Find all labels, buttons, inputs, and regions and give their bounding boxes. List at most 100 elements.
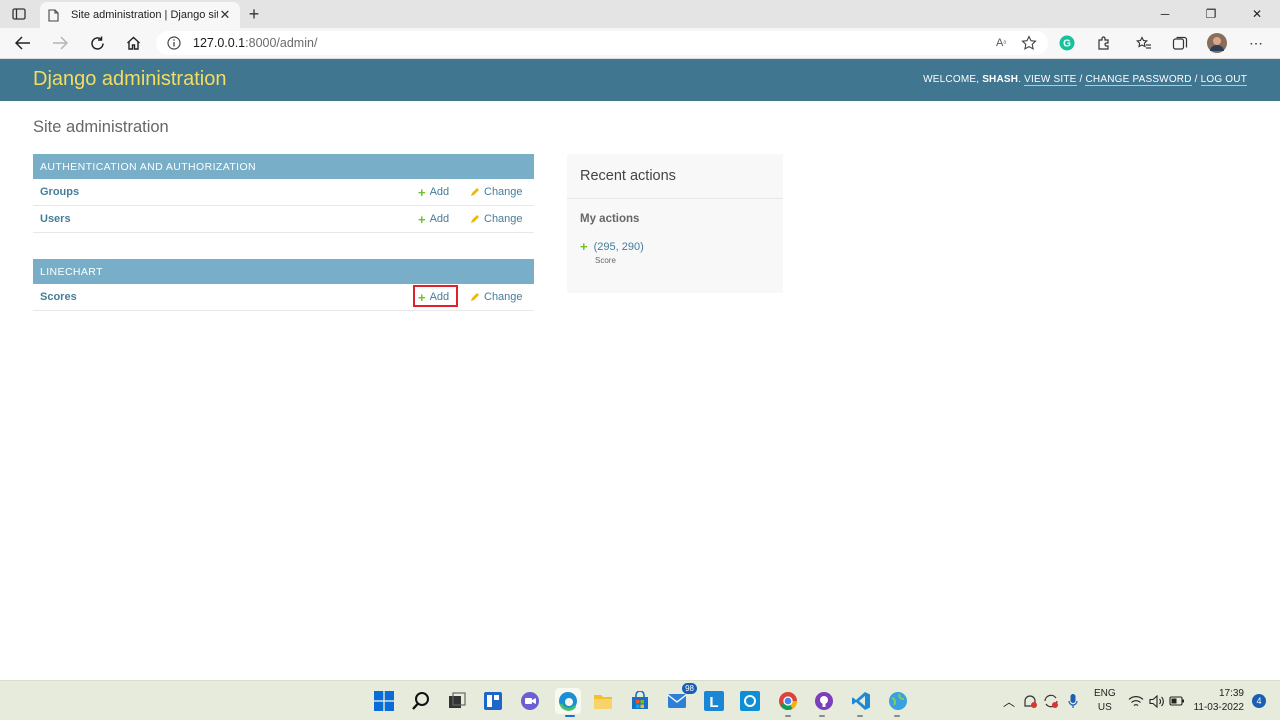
refresh-icon[interactable]: [84, 31, 110, 55]
edge-icon[interactable]: [555, 688, 581, 714]
change-label: Change: [484, 186, 523, 198]
forward-icon[interactable]: [47, 31, 73, 55]
add-label: Add: [429, 213, 450, 225]
file-explorer-icon[interactable]: [591, 689, 615, 713]
favorites-icon[interactable]: [1132, 31, 1156, 55]
change-users-link[interactable]: Change: [470, 213, 523, 225]
chrome-icon[interactable]: [776, 689, 800, 713]
welcome-text: WELCOME,: [923, 74, 983, 85]
vpn-status-icon[interactable]: [1020, 681, 1040, 720]
battery-icon[interactable]: [1167, 681, 1187, 720]
more-menu-icon[interactable]: ⋯: [1244, 31, 1268, 55]
mail-icon[interactable]: 98: [665, 683, 697, 713]
add-label: Add: [429, 186, 450, 198]
github-desktop-icon[interactable]: [812, 689, 836, 713]
tab-title: Site administration | Django site: [71, 9, 218, 21]
page-icon: [48, 8, 62, 22]
new-tab-icon[interactable]: +: [244, 4, 264, 24]
running-indicator: [819, 715, 825, 717]
chat-icon[interactable]: [518, 689, 542, 713]
l-app-icon[interactable]: L: [702, 689, 726, 713]
my-actions-heading: My actions: [580, 213, 640, 225]
windows-start-icon[interactable]: [372, 689, 396, 713]
profile-avatar[interactable]: [1205, 31, 1229, 55]
running-indicator: [857, 715, 863, 717]
vscode-icon[interactable]: [849, 689, 873, 713]
show-hidden-icons[interactable]: ︿: [1000, 681, 1018, 720]
model-row-users: Users + Add Change: [33, 206, 534, 233]
camera-app-icon[interactable]: [738, 689, 762, 713]
search-icon[interactable]: [409, 689, 433, 713]
back-icon[interactable]: [10, 31, 36, 55]
grammarly-icon[interactable]: G: [1055, 31, 1079, 55]
divider: [567, 198, 783, 199]
address-bar[interactable]: 127.0.0.1:8000/admin/ Aᵃ: [156, 31, 1048, 55]
model-link-users[interactable]: Users: [40, 213, 71, 225]
recent-actions-panel: Recent actions My actions + (295, 290) Sc…: [567, 154, 783, 293]
plus-icon: +: [418, 289, 426, 305]
django-header: Django administration WELCOME, SHASH. VI…: [0, 59, 1280, 101]
model-row-groups: Groups + Add Change: [33, 179, 534, 206]
site-info-icon[interactable]: [166, 35, 182, 51]
system-clock[interactable]: 17:39 11-03-2022: [1194, 687, 1244, 715]
extensions-icon[interactable]: [1091, 31, 1115, 55]
log-out-link[interactable]: LOG OUT: [1200, 74, 1247, 86]
store-icon[interactable]: [628, 689, 652, 713]
module-auth: AUTHENTICATION AND AUTHORIZATION Groups …: [33, 154, 534, 233]
window-controls: ─ ❐ ✕: [1142, 0, 1280, 28]
wifi-icon[interactable]: [1126, 681, 1146, 720]
language-indicator[interactable]: ENG US: [1094, 687, 1116, 715]
mail-badge: 98: [682, 683, 697, 694]
running-indicator: [785, 715, 791, 717]
add-users-link[interactable]: + Add: [418, 213, 449, 226]
username: SHASH: [982, 74, 1019, 85]
sync-icon[interactable]: [1041, 681, 1061, 720]
change-scores-link[interactable]: Change: [470, 291, 523, 303]
module-caption[interactable]: AUTHENTICATION AND AUTHORIZATION: [33, 154, 534, 179]
recent-action-type: Score: [595, 256, 616, 265]
network-globe-icon[interactable]: [886, 689, 910, 713]
close-window-icon[interactable]: ✕: [1234, 0, 1280, 28]
collections-icon[interactable]: [1168, 31, 1192, 55]
maximize-icon[interactable]: ❐: [1188, 0, 1234, 28]
clock-time: 17:39: [1218, 688, 1244, 699]
svg-text:G: G: [1063, 39, 1071, 50]
recent-action-link[interactable]: + (295, 290): [580, 240, 644, 253]
add-favorite-icon[interactable]: [1020, 34, 1038, 52]
plus-icon: +: [418, 211, 426, 227]
change-password-link[interactable]: CHANGE PASSWORD: [1085, 74, 1192, 86]
model-link-groups[interactable]: Groups: [40, 186, 79, 198]
change-groups-link[interactable]: Change: [470, 186, 523, 198]
tab-strip: Site administration | Django site ✕ + ─ …: [0, 0, 1280, 28]
read-aloud-icon[interactable]: Aᵃ: [992, 34, 1010, 52]
widgets-icon[interactable]: [481, 689, 505, 713]
browser-tab-active[interactable]: Site administration | Django site ✕: [40, 2, 240, 28]
add-groups-link[interactable]: + Add: [418, 186, 449, 199]
recent-action-label: (295, 290): [593, 240, 644, 253]
home-icon[interactable]: [120, 31, 146, 55]
user-tools: WELCOME, SHASH. VIEW SITE / CHANGE PASSW…: [923, 74, 1247, 86]
notification-count-badge[interactable]: 4: [1252, 694, 1266, 708]
add-scores-link[interactable]: + Add: [418, 291, 449, 304]
tab-actions-icon[interactable]: [8, 5, 30, 23]
minimize-icon[interactable]: ─: [1142, 0, 1188, 28]
url-path: :8000/admin/: [245, 36, 318, 50]
language-code: ENG: [1094, 688, 1116, 699]
task-view-icon[interactable]: [445, 689, 469, 713]
running-indicator: [894, 715, 900, 717]
tab-close-icon[interactable]: ✕: [218, 7, 232, 22]
pencil-icon: [470, 214, 480, 224]
volume-icon[interactable]: [1147, 681, 1167, 720]
change-label: Change: [484, 291, 523, 303]
change-label: Change: [484, 213, 523, 225]
site-brand[interactable]: Django administration: [33, 68, 226, 91]
plus-icon: +: [580, 239, 588, 254]
model-link-scores[interactable]: Scores: [40, 291, 77, 303]
clock-date: 11-03-2022: [1193, 702, 1244, 713]
microphone-icon[interactable]: [1063, 681, 1083, 720]
module-caption[interactable]: LINECHART: [33, 259, 534, 284]
add-label: Add: [429, 291, 450, 303]
pencil-icon: [470, 292, 480, 302]
browser-toolbar: 127.0.0.1:8000/admin/ Aᵃ G ⋯: [0, 28, 1280, 59]
view-site-link[interactable]: VIEW SITE: [1024, 74, 1077, 86]
